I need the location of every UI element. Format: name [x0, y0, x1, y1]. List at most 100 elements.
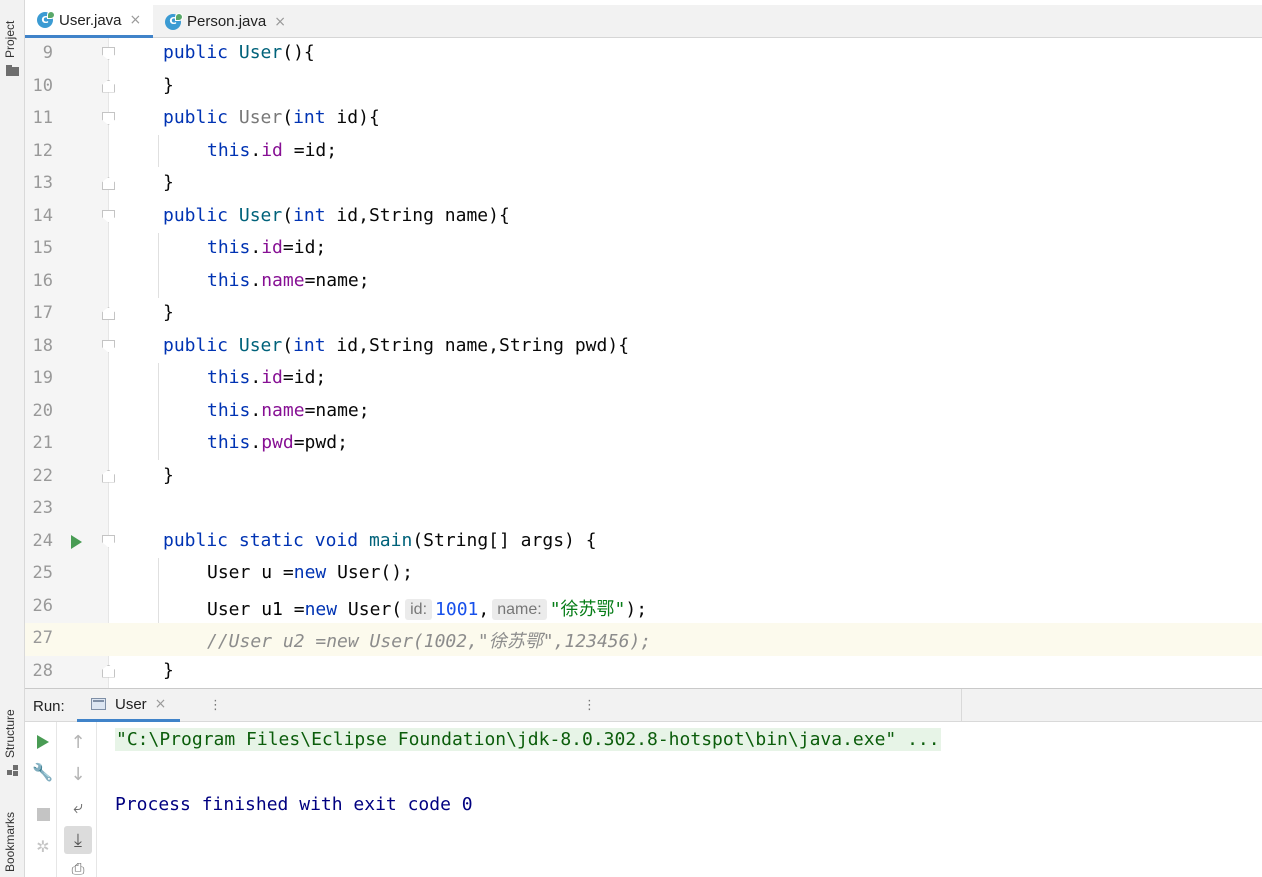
console-command-line[interactable]: "C:\Program Files\Eclipse Foundation\jdk… — [115, 728, 941, 751]
stop-icon[interactable] — [33, 804, 53, 824]
line-number: 9 — [42, 43, 53, 63]
folder-icon[interactable] — [6, 65, 19, 76]
rerun-icon[interactable] — [33, 732, 53, 752]
code-token: "徐苏鄂" — [549, 598, 626, 620]
code-line[interactable]: 26 User u1 =new User(id: 1001, name: "徐苏鄂")… — [25, 591, 1262, 624]
code-line[interactable]: 18 public User(int id,String name,String… — [25, 331, 1262, 364]
code-line[interactable]: 12 this.id =id; — [25, 136, 1262, 169]
code-token: } — [163, 659, 174, 681]
code-token: (String[] args) { — [412, 529, 597, 551]
line-number: 21 — [32, 433, 53, 453]
code-line[interactable]: 9 public User(){ — [25, 38, 1262, 71]
run-toolbar: 🔧 ✲ — [25, 722, 57, 877]
run-tool-window-header: Run: User × ⋮ ⋮ — [25, 688, 1262, 722]
code-token: 1001 — [435, 598, 479, 620]
fold-marker-icon[interactable] — [102, 339, 115, 353]
wrench-icon[interactable]: 🔧 — [32, 763, 53, 783]
fold-marker-icon[interactable] — [102, 469, 115, 483]
code-line[interactable]: 11 public User(int id){ — [25, 103, 1262, 136]
close-icon[interactable]: × — [155, 696, 167, 712]
parameter-hint: id: — [405, 598, 433, 620]
code-line[interactable]: 25 User u =new User(); — [25, 558, 1262, 591]
close-icon[interactable]: × — [130, 12, 142, 28]
code-token: =id; — [282, 139, 338, 161]
fold-marker-icon[interactable] — [102, 209, 115, 223]
more-options-icon[interactable]: ⋮ — [209, 698, 222, 713]
code-line[interactable]: 21 this.pwd=pwd; — [25, 428, 1262, 461]
project-tool-button[interactable]: Project — [3, 21, 17, 58]
code-line[interactable]: 24 public static void main(String[] args… — [25, 526, 1262, 559]
code-token: . — [250, 269, 262, 291]
code-token: public — [163, 42, 229, 63]
console-toolbar: ↑ ↓ ⤶ ⤓ ⎙ — [57, 722, 97, 877]
console-output[interactable]: "C:\Program Files\Eclipse Foundation\jdk… — [97, 722, 1262, 877]
code-token: ( — [282, 334, 294, 356]
soft-wrap-icon[interactable]: ⤶ — [68, 797, 88, 818]
line-number: 17 — [32, 303, 53, 323]
code-token: } — [163, 74, 174, 96]
run-tab-user[interactable]: User × — [77, 689, 180, 722]
parameter-hint: name: — [492, 598, 547, 620]
code-token: pwd — [261, 432, 294, 453]
code-token: User — [238, 107, 283, 128]
code-token: . — [250, 399, 262, 421]
code-token: id — [261, 237, 283, 258]
code-token: } — [163, 464, 174, 486]
arrow-down-icon[interactable]: ↓ — [68, 764, 88, 785]
debug-icon[interactable]: ✲ — [33, 836, 53, 856]
code-line[interactable]: 14 public User(int id,String name){ — [25, 201, 1262, 234]
code-token: =name; — [304, 399, 370, 421]
tab-label: User.java — [59, 11, 122, 29]
line-number: 11 — [32, 108, 53, 128]
bookmarks-tool-button[interactable]: Bookmarks — [3, 812, 17, 872]
code-token: this — [207, 269, 251, 291]
code-line[interactable]: 20 this.name=name; — [25, 396, 1262, 429]
structure-icon[interactable] — [6, 765, 19, 776]
code-line[interactable]: 16 this.name=name; — [25, 266, 1262, 299]
code-token: int — [293, 107, 326, 128]
header-divider — [961, 689, 962, 722]
code-token: this — [207, 432, 251, 453]
fold-marker-icon[interactable] — [102, 177, 115, 190]
code-token: } — [163, 172, 174, 193]
code-line-current[interactable]: 27 //User u2 =new User(1002,"徐苏鄂",123456… — [25, 623, 1262, 656]
line-number: 10 — [32, 75, 53, 96]
code-line[interactable]: 19 this.id=id; — [25, 363, 1262, 396]
fold-marker-icon[interactable] — [102, 79, 115, 93]
fold-marker-icon[interactable] — [102, 47, 115, 60]
fold-marker-icon[interactable] — [102, 664, 115, 678]
code-token: new — [304, 598, 338, 620]
line-number: 16 — [32, 270, 53, 291]
fold-marker-icon[interactable] — [102, 112, 115, 125]
structure-tool-button[interactable]: Structure — [3, 709, 17, 758]
code-line[interactable]: 23 — [25, 493, 1262, 526]
code-token: User — [238, 204, 283, 226]
scroll-to-end-icon[interactable]: ⤓ — [64, 826, 92, 854]
code-token: public — [163, 529, 229, 551]
tab-person-java[interactable]: C Person.java × — [153, 5, 289, 38]
code-line[interactable]: 22 } — [25, 461, 1262, 494]
editor-tab-bar: C User.java × C Person.java × — [25, 5, 1262, 38]
code-token: name — [261, 269, 305, 291]
code-line[interactable]: 15 this.id=id; — [25, 233, 1262, 266]
code-line[interactable]: 13 } — [25, 168, 1262, 201]
code-token: . — [250, 139, 262, 161]
run-main-icon[interactable] — [71, 534, 82, 549]
line-number: 25 — [32, 563, 53, 583]
tab-user-java[interactable]: C User.java × — [25, 5, 153, 38]
fold-marker-icon[interactable] — [102, 534, 115, 548]
close-icon[interactable]: × — [274, 14, 286, 30]
code-token: User(); — [326, 562, 413, 583]
more-options-icon[interactable]: ⋮ — [583, 698, 596, 713]
console-exit-message: Process finished with exit code 0 — [115, 794, 473, 815]
code-line[interactable]: 10 } — [25, 71, 1262, 104]
code-token: new — [293, 562, 327, 583]
code-line[interactable]: 28 } — [25, 656, 1262, 689]
print-icon[interactable]: ⎙ — [68, 859, 88, 877]
code-token: . — [250, 367, 262, 388]
line-number: 20 — [32, 400, 53, 421]
code-line[interactable]: 17 } — [25, 298, 1262, 331]
arrow-up-icon[interactable]: ↑ — [68, 732, 88, 753]
fold-marker-icon[interactable] — [102, 307, 115, 320]
code-editor[interactable]: 9 public User(){ 10 } 11 public User(int… — [25, 38, 1262, 688]
